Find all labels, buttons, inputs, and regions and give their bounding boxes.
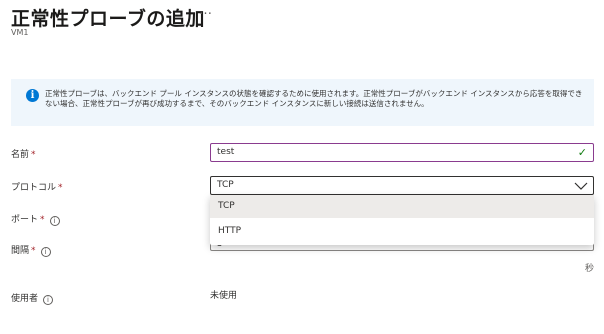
required-marker: *	[31, 150, 36, 160]
info-banner: i 正常性プローブは、バックエンド プール インスタンスの状態を確認するために使…	[11, 79, 594, 126]
info-text: 正常性プローブは、バックエンド プール インスタンスの状態を確認するために使用さ…	[45, 89, 583, 108]
name-input[interactable]: test ✓	[210, 143, 594, 162]
info-circle-icon[interactable]: i	[49, 216, 60, 226]
more-options-button[interactable]: …	[199, 3, 213, 18]
used-by-value: 未使用	[210, 291, 238, 301]
protocol-selected-value: TCP	[217, 180, 234, 190]
required-marker: *	[58, 183, 63, 193]
required-marker: *	[31, 246, 36, 256]
page-title: 正常性プローブの追加	[11, 8, 205, 30]
protocol-options-list: TCP HTTP	[210, 195, 594, 245]
protocol-dropdown[interactable]: TCP	[210, 176, 594, 195]
name-label: 名前 *	[11, 147, 36, 160]
name-label-text: 名前	[11, 150, 30, 160]
protocol-option-tcp[interactable]: TCP	[210, 195, 594, 218]
port-label: ポート * i	[11, 212, 60, 226]
info-circle-icon[interactable]: i	[43, 295, 54, 305]
protocol-label: プロトコル *	[11, 180, 63, 193]
info-circle-icon[interactable]: i	[40, 247, 51, 257]
checkmark-icon: ✓	[577, 146, 587, 159]
required-marker: *	[40, 215, 45, 225]
protocol-label-text: プロトコル	[11, 183, 57, 193]
protocol-option-http[interactable]: HTTP	[210, 220, 594, 243]
port-label-text: ポート	[11, 215, 39, 225]
interval-unit: 秒	[585, 264, 595, 274]
chevron-down-icon	[574, 182, 588, 190]
interval-label-text: 間隔	[11, 246, 30, 256]
used-by-label-text: 使用者	[11, 294, 39, 304]
interval-label: 間隔 * i	[11, 243, 51, 257]
page-subtitle: VM1	[11, 28, 29, 37]
used-by-label: 使用者 i	[11, 291, 54, 305]
name-input-value: test	[217, 147, 235, 157]
info-icon: i	[26, 89, 39, 102]
